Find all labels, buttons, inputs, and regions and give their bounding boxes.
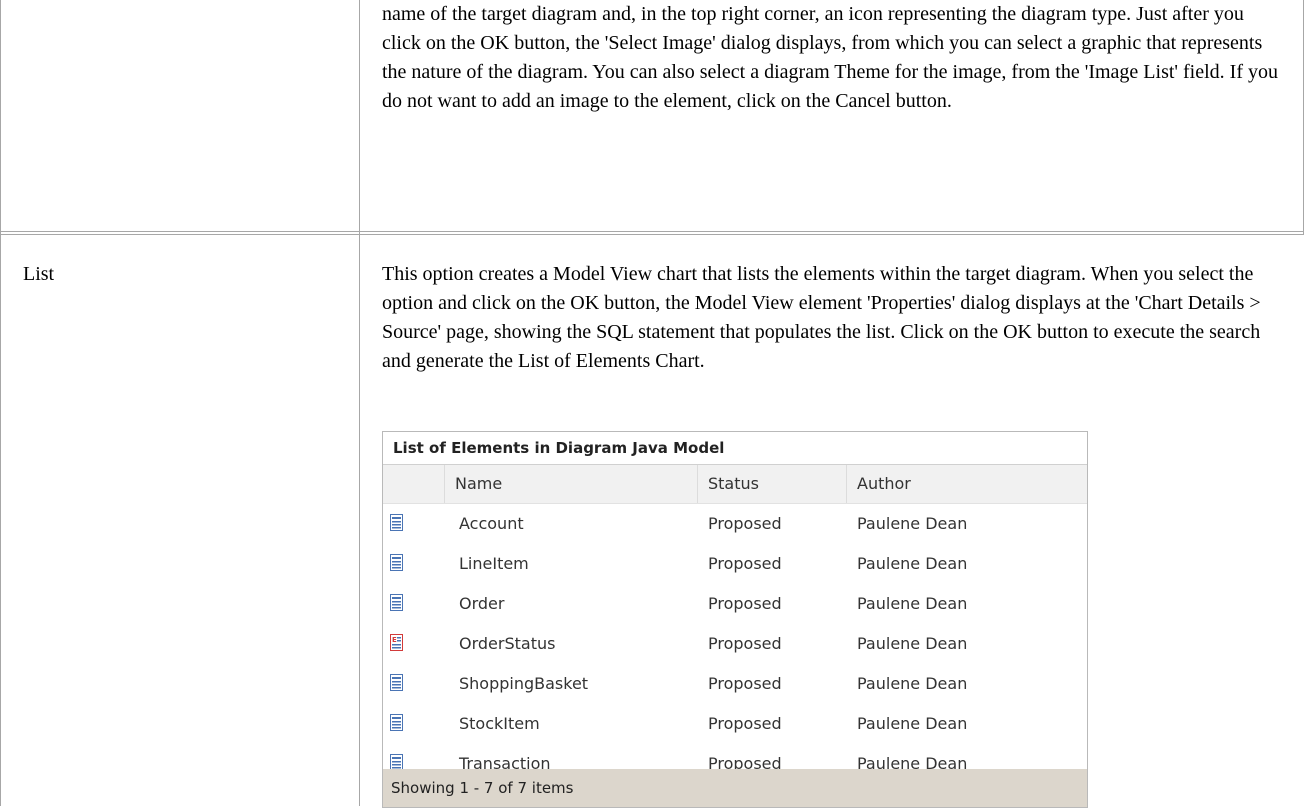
row2-option-label: List [23,263,55,285]
column-header-author[interactable]: Author [857,465,911,503]
table-row[interactable]: E OrderStatus Proposed Paulene Dean [383,624,1087,664]
table-left-border [0,0,1,806]
cell-status: Proposed [708,514,782,533]
column-separator [846,465,847,503]
class-icon [390,554,403,571]
svg-text:E: E [392,636,397,644]
column-separator [444,465,445,503]
cell-status: Proposed [708,554,782,573]
table-column-divider [359,0,360,806]
enumeration-icon: E [390,634,403,651]
panel-title: List of Elements in Diagram Java Model [383,432,1087,465]
cell-name: OrderStatus [459,634,556,653]
cell-name: Order [459,594,505,613]
table-body: Account Proposed Paulene Dean LineItem P… [383,504,1087,784]
cell-name: StockItem [459,714,540,733]
cell-name: ShoppingBasket [459,674,589,693]
table-row[interactable]: LineItem Proposed Paulene Dean [383,544,1087,584]
cell-author: Paulene Dean [857,714,968,733]
table-row[interactable]: ShoppingBasket Proposed Paulene Dean [383,664,1087,704]
class-icon [390,714,403,731]
class-icon [390,594,403,611]
cell-status: Proposed [708,714,782,733]
table-row[interactable]: Account Proposed Paulene Dean [383,504,1087,544]
table-row-divider [0,231,1304,232]
cell-author: Paulene Dean [857,594,968,613]
cell-author: Paulene Dean [857,634,968,653]
document-table: name of the target diagram and, in the t… [0,0,1305,808]
table-row[interactable]: Order Proposed Paulene Dean [383,584,1087,624]
table-header: Name Status Author [383,465,1087,504]
cell-author: Paulene Dean [857,554,968,573]
cell-name: LineItem [459,554,529,573]
class-icon [390,514,403,531]
row1-description: name of the target diagram and, in the t… [382,3,1278,112]
cell-status: Proposed [708,674,782,693]
table-right-border [1303,0,1304,235]
class-icon [390,674,403,691]
cell-author: Paulene Dean [857,674,968,693]
table-row[interactable]: StockItem Proposed Paulene Dean [383,704,1087,744]
column-header-name[interactable]: Name [455,465,502,503]
row2-description: This option creates a Model View chart t… [382,263,1261,372]
column-header-status[interactable]: Status [708,465,759,503]
cell-author: Paulene Dean [857,514,968,533]
pagination-status: Showing 1 - 7 of 7 items [383,769,1087,807]
column-separator [697,465,698,503]
cell-status: Proposed [708,594,782,613]
table-row-divider [0,234,1304,235]
cell-status: Proposed [708,634,782,653]
cell-name: Account [459,514,524,533]
list-of-elements-panel: List of Elements in Diagram Java Model N… [382,431,1088,808]
